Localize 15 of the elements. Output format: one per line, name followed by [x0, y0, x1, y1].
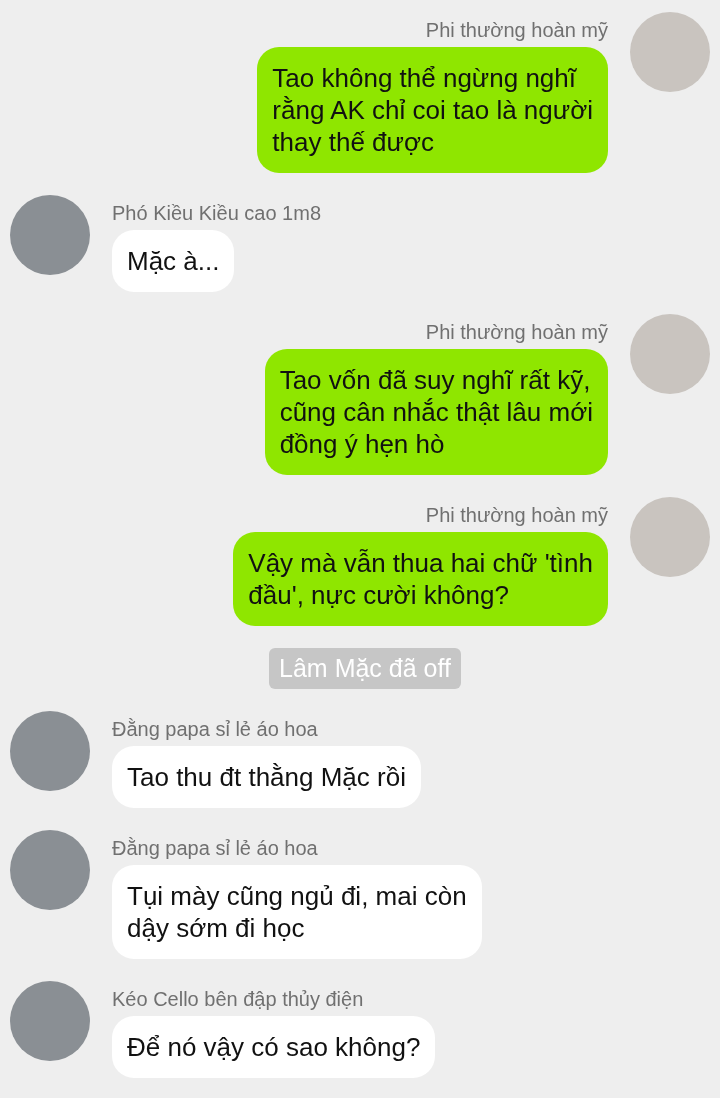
sender-name: Kéo Cello bên đập thủy điện — [112, 987, 364, 1011]
sender-name: Phi thường hoàn mỹ — [425, 503, 608, 527]
sender-name: Phó Kiều Kiều cao 1m8 — [112, 201, 322, 225]
message-bubble: Vậy mà vẫn thua hai chữ 'tình đầu', nực cười không? — [233, 532, 608, 626]
message-bubble: Tao thu đt thằng Mặc rồi — [112, 746, 421, 808]
sender-name: Phi thường hoàn mỹ — [425, 320, 608, 344]
message-bubble: Mặc à... — [112, 230, 235, 292]
message-bubble: Tụi mày cũng ngủ đi, mai còn dậy sớm đi học — [112, 865, 482, 959]
message-bubble: Tao không thể ngừng nghĩ rằng AK chỉ coi tao là người thay thế được — [257, 47, 608, 173]
system-notice: Lâm Mặc đã off — [269, 648, 461, 689]
message-bubble: Để nó vậy có sao không? — [112, 1016, 436, 1078]
sender-name: Phi thường hoàn mỹ — [425, 18, 608, 42]
sender-name: Đằng papa sỉ lẻ áo hoa — [112, 836, 318, 860]
sender-name: Đằng papa sỉ lẻ áo hoa — [112, 717, 318, 741]
message-bubble: Tao vốn đã suy nghĩ rất kỹ, cũng cân nhắc thật lâu mới đồng ý hẹn hò — [264, 349, 608, 475]
